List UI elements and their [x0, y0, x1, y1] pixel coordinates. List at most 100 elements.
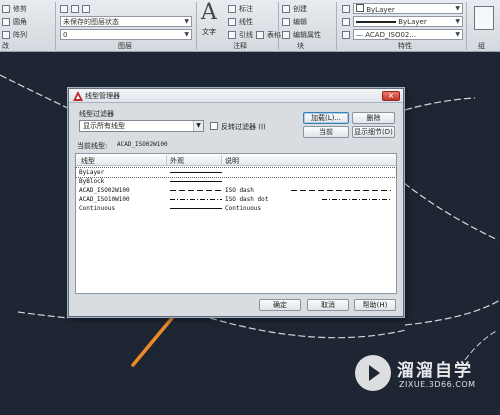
list-header: 线型 外观 说明: [76, 154, 396, 166]
group-icon[interactable]: [474, 6, 494, 30]
close-icon: ×: [387, 91, 395, 100]
edit-attributes-label: 编辑属性: [293, 30, 321, 39]
fillet-label: 圆角: [13, 17, 27, 26]
linetype-description: ISO dash: [225, 187, 254, 194]
linetype-list[interactable]: 线型 外观 说明 ByLayer ByBlock ACAD_ISO02W100 ISO…: [75, 153, 397, 294]
layer-value: 0: [63, 30, 68, 39]
fillet-icon: [2, 17, 10, 26]
layers-panel-label[interactable]: 图层: [118, 41, 132, 51]
layer-state-combo[interactable]: 未保存的图层状态 ▼: [60, 16, 192, 27]
linetype-filter-select[interactable]: 显示所有线型 ▼: [79, 120, 204, 132]
linetype-description: ISO dash dot: [225, 196, 269, 203]
block-panel-label[interactable]: 块: [297, 41, 304, 51]
column-divider[interactable]: [166, 155, 167, 165]
linetype-appearance-preview: [170, 208, 222, 209]
lineweight-value: ByLayer: [398, 17, 427, 26]
block-tool[interactable]: 创建: [282, 3, 307, 14]
ribbon-row[interactable]: 圆角: [2, 16, 27, 27]
linetype-row[interactable]: ACAD_ISO02W100 ISO dash: [76, 186, 396, 195]
annotation-tool[interactable]: 标注: [228, 3, 253, 14]
ribbon-row[interactable]: 阵列: [2, 29, 27, 40]
layer-state-value: 未保存的图层状态: [63, 17, 119, 26]
column-divider[interactable]: [221, 155, 222, 165]
linetype-name: Continuous: [79, 205, 116, 212]
ribbon-row[interactable]: 修剪: [2, 3, 27, 14]
text-tool-label: 文字: [202, 28, 216, 36]
cancel-button[interactable]: 取消: [307, 299, 349, 311]
autocad-logo-icon: [73, 91, 83, 101]
linetype-value: — ACAD_ISO02...: [356, 30, 417, 39]
divider: [55, 2, 56, 50]
delete-button[interactable]: 删除: [352, 112, 395, 124]
divider: [466, 2, 467, 50]
leader-icon: [228, 30, 236, 39]
play-logo-icon: [355, 355, 391, 391]
linetype-row[interactable]: ByBlock: [76, 177, 396, 186]
layer-tool-icon[interactable]: [60, 4, 68, 13]
annotation-tool[interactable]: 引线 表格: [228, 29, 281, 40]
ok-button[interactable]: 确定: [259, 299, 301, 311]
linetype-manager-dialog: 线型管理器 × 线型过滤器 显示所有线型 ▼ 反转过滤器 (I) 加载(L)..…: [68, 88, 404, 317]
text-tool-icon[interactable]: A: [201, 0, 217, 25]
current-linetype-value: ACAD_ISO02W100: [117, 141, 168, 148]
lineweight-combo[interactable]: ByLayer ▼: [353, 16, 463, 27]
match-properties-icon[interactable]: [342, 4, 350, 13]
linetype-row[interactable]: Continuous Continuous: [76, 204, 396, 213]
block-tool[interactable]: 编辑属性: [282, 29, 321, 40]
chevron-down-icon: ▼: [184, 18, 189, 25]
watermark-name: 溜溜自学: [397, 361, 473, 381]
column-header-linetype[interactable]: 线型: [81, 156, 95, 166]
chevron-down-icon: ▼: [455, 31, 460, 38]
linetype-row[interactable]: ACAD_ISO10W100 ISO dash dot: [76, 195, 396, 204]
divider: [336, 2, 337, 50]
description-pattern: [291, 190, 391, 191]
load-button[interactable]: 加载(L)...: [303, 112, 349, 124]
layer-tool-icon[interactable]: [82, 4, 90, 13]
invert-filter-label: 反转过滤器 (I): [221, 123, 266, 131]
current-button[interactable]: 当前: [303, 126, 349, 138]
modify-panel-label[interactable]: 改: [2, 41, 9, 51]
layer-combo[interactable]: 0 ▼: [60, 29, 192, 40]
linetype-appearance-preview: [170, 199, 222, 200]
edit-block-label: 编辑: [293, 17, 307, 26]
filter-value: 显示所有线型: [83, 122, 125, 130]
current-linetype-bar: 当前线型: ACAD_ISO02W100: [75, 141, 397, 150]
layer-tool-icon[interactable]: [71, 4, 79, 13]
divider: [278, 2, 279, 50]
linear-label: 线性: [239, 17, 253, 26]
block-tool[interactable]: 编辑: [282, 16, 307, 27]
chevron-down-icon: ▼: [193, 121, 203, 131]
invert-filter-checkbox[interactable]: [210, 122, 218, 130]
close-button[interactable]: ×: [382, 91, 400, 101]
dimension-label: 标注: [239, 4, 253, 13]
description-pattern: [322, 199, 392, 200]
color-combo[interactable]: ByLayer ▼: [353, 3, 463, 14]
linetype-name: ByBlock: [79, 178, 105, 185]
linetype-combo[interactable]: — ACAD_ISO02... ▼: [353, 29, 463, 40]
leader-label: 引线: [239, 30, 253, 39]
chevron-down-icon: ▼: [455, 18, 460, 25]
color-value: ByLayer: [366, 5, 395, 14]
column-header-appearance[interactable]: 外观: [170, 156, 184, 166]
transparency-icon[interactable]: [342, 30, 350, 39]
column-header-description[interactable]: 说明: [225, 156, 239, 166]
lineweight-preview: [356, 20, 396, 23]
linetype-row: — ACAD_ISO02... ▼: [342, 29, 463, 40]
chevron-down-icon: ▼: [184, 31, 189, 38]
linetype-appearance-preview: [170, 181, 222, 182]
linetype-name: ACAD_ISO10W100: [79, 196, 130, 203]
dialog-titlebar[interactable]: 线型管理器 ×: [69, 89, 403, 103]
properties-panel-label[interactable]: 特性: [398, 41, 412, 51]
layer-tools-row: [60, 3, 90, 14]
group-panel-label[interactable]: 组: [478, 41, 485, 51]
linetype-appearance-preview: [170, 190, 222, 191]
linetype-row[interactable]: ByLayer: [75, 167, 397, 178]
current-linetype-label: 当前线型:: [77, 142, 108, 150]
annotation-tool[interactable]: 线性: [228, 16, 253, 27]
color-swatch: [356, 3, 364, 12]
annotation-panel-label[interactable]: 注释: [233, 41, 247, 51]
help-button[interactable]: 帮助(H): [354, 299, 396, 311]
list-icon[interactable]: [342, 17, 350, 26]
show-details-button[interactable]: 显示细节(D): [352, 126, 395, 138]
table-icon: [256, 30, 264, 39]
